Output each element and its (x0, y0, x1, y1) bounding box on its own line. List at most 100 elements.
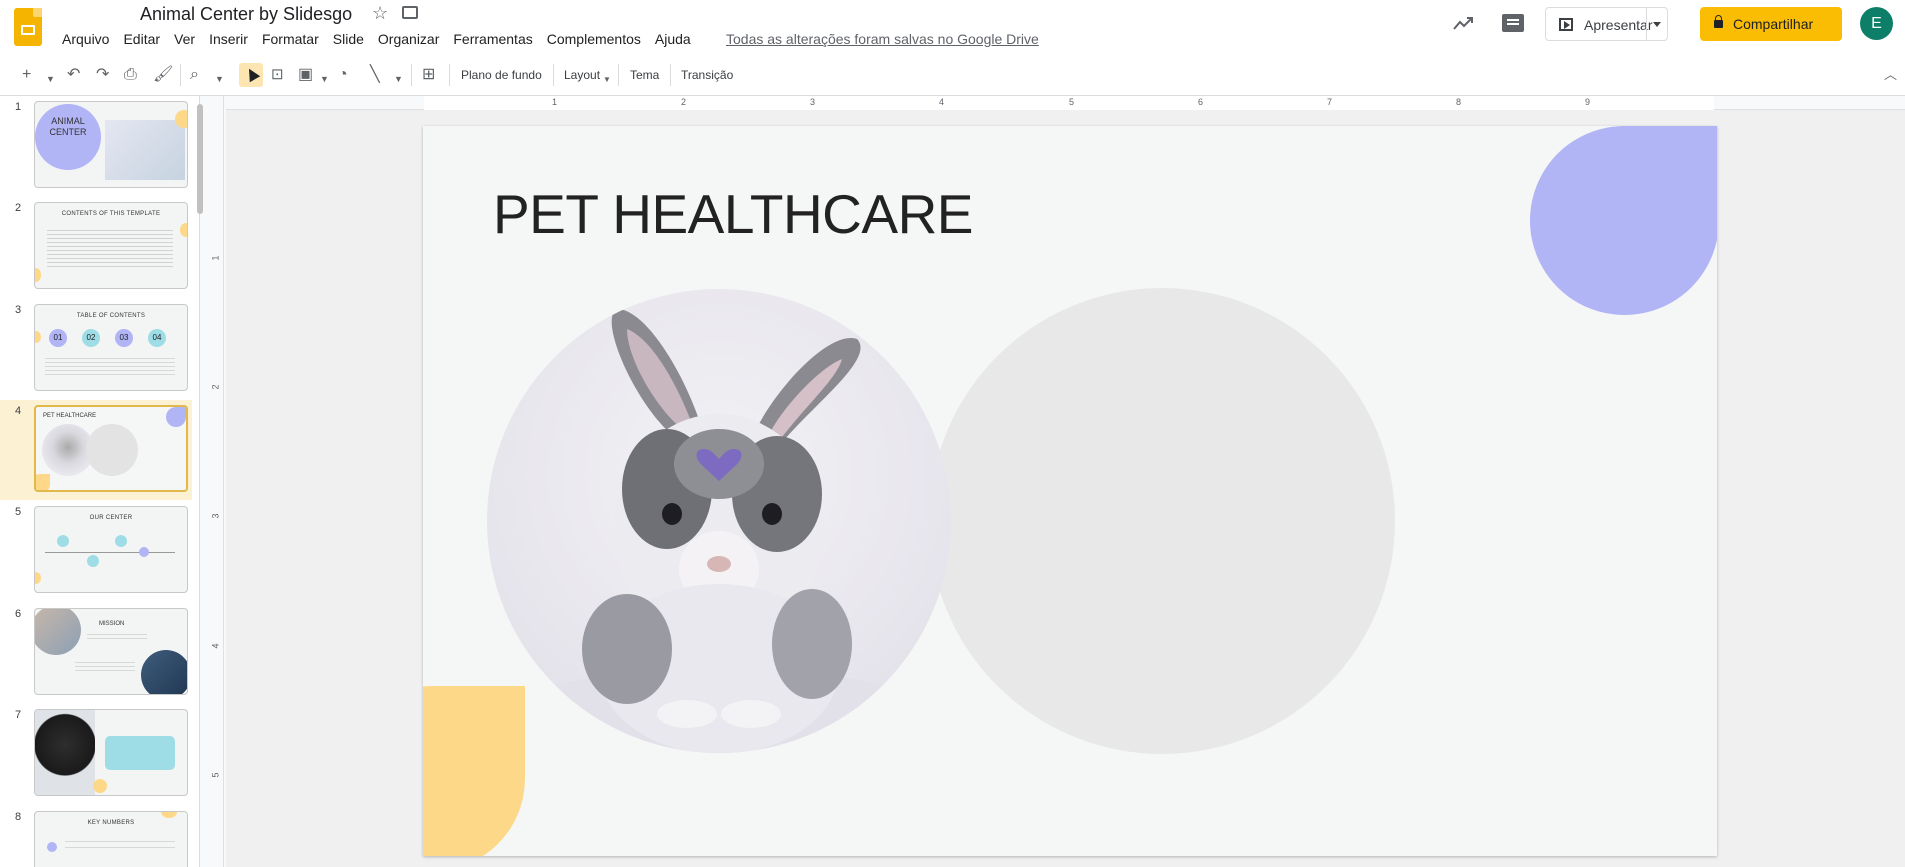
present-options-caret-icon[interactable] (1653, 22, 1661, 27)
slide-4-editor[interactable]: PET HEALTHCARE (423, 126, 1717, 856)
shape-icon[interactable]: ◔ (338, 66, 348, 84)
menu-slide[interactable]: Slide (333, 31, 371, 47)
lock-icon (1714, 15, 1723, 28)
present-divider (1646, 8, 1647, 40)
menu-editar[interactable]: Editar (123, 31, 167, 47)
slide-preview: TABLE OF CONTENTS 01 02 03 04 (34, 304, 188, 391)
share-button[interactable]: Compartilhar (1700, 7, 1842, 41)
new-slide-icon[interactable]: + (22, 66, 31, 84)
horizontal-ruler[interactable]: 1 2 3 4 5 6 7 8 9 (226, 96, 1905, 110)
paint-format-icon[interactable]: 🖌 (153, 66, 173, 84)
ruler-tick: 5 (210, 772, 221, 778)
thumb-title: KEY NUMBERS (87, 820, 135, 826)
toolbar-divider (618, 64, 619, 86)
slide-thumbnail-7[interactable]: 7 (0, 704, 192, 804)
ruler-tick: 6 (1198, 97, 1204, 107)
text-box-icon[interactable]: ⊡ (271, 66, 284, 84)
print-icon[interactable]: ⎙ (124, 66, 137, 84)
thumb-title: CONTENTS OF THIS TEMPLATE (61, 211, 161, 217)
image-icon[interactable]: ▣ (298, 66, 313, 84)
ruler-tick: 7 (1327, 97, 1333, 107)
thumb-photo (105, 120, 185, 180)
thumb-title: PET HEALTHCARE (43, 413, 97, 419)
share-label: Compartilhar (1733, 16, 1814, 32)
zoom-icon[interactable]: ⌕ (190, 66, 199, 84)
slide-number: 3 (15, 304, 22, 316)
toolbar-divider (449, 64, 450, 86)
ruler-tick: 4 (210, 643, 221, 649)
layout-caret-icon[interactable]: ▼ (603, 71, 611, 89)
filmstrip-scrollbar[interactable] (197, 104, 203, 214)
redo-icon[interactable]: ↷ (96, 66, 109, 84)
ruler-tick: 1 (552, 97, 558, 107)
toolbar-divider (670, 64, 671, 86)
menu-complementos[interactable]: Complementos (547, 31, 648, 47)
slide-thumbnail-4[interactable]: 4 PET HEALTHCARE (0, 400, 192, 500)
thumb-title: ANIMAL CENTER (49, 116, 87, 137)
undo-icon[interactable]: ↶ (67, 66, 80, 84)
slide-thumbnail-5[interactable]: 5 OUR CENTER (0, 501, 192, 601)
background-button[interactable]: Plano de fundo (461, 68, 542, 82)
menu-arquivo[interactable]: Arquivo (62, 31, 116, 47)
layout-button[interactable]: Layout (564, 68, 600, 82)
present-button[interactable]: Apresentar (1545, 7, 1668, 41)
slide-title[interactable]: PET HEALTHCARE (493, 182, 973, 246)
select-tool-icon[interactable] (239, 63, 263, 87)
vertical-ruler[interactable]: 1 2 3 4 5 (210, 96, 224, 867)
theme-button[interactable]: Tema (630, 68, 659, 82)
grey-circle-shape[interactable] (929, 288, 1395, 754)
slide-thumbnail-2[interactable]: 2 CONTENTS OF THIS TEMPLATE (0, 197, 192, 297)
move-to-folder-icon[interactable] (402, 6, 418, 19)
document-title[interactable]: Animal Center by Slidesgo (140, 4, 352, 25)
rabbit-photo[interactable] (487, 289, 951, 753)
slide-preview: OUR CENTER (34, 506, 188, 593)
purple-drop-shape[interactable] (1530, 126, 1717, 315)
line-caret-icon[interactable]: ▼ (394, 70, 403, 88)
menu-inserir[interactable]: Inserir (209, 31, 255, 47)
slide-preview: ANIMAL CENTER (34, 101, 188, 188)
thumb-title: TABLE OF CONTENTS (76, 313, 146, 319)
add-comment-icon[interactable]: ⊞ (422, 66, 435, 84)
thumb-body-text (75, 659, 135, 671)
slide-number: 4 (15, 405, 22, 417)
slides-logo-icon[interactable] (14, 8, 42, 46)
transition-button[interactable]: Transição (681, 68, 733, 82)
star-icon[interactable]: ☆ (372, 3, 388, 24)
yellow-drop-shape[interactable] (423, 686, 525, 856)
menu-organizar[interactable]: Organizar (378, 31, 446, 47)
ruler-tick: 1 (210, 255, 221, 261)
activity-dashboard-icon[interactable] (1452, 13, 1476, 33)
line-icon[interactable]: ╲ (370, 66, 380, 84)
comments-icon[interactable] (1502, 14, 1524, 32)
slide-thumbnail-3[interactable]: 3 TABLE OF CONTENTS 01 02 03 04 (0, 299, 192, 399)
menu-ferramentas[interactable]: Ferramentas (453, 31, 539, 47)
thumb-shape (87, 555, 99, 567)
image-caret-icon[interactable]: ▼ (320, 70, 329, 88)
slide-thumbnail-1[interactable]: 1 ANIMAL CENTER (0, 96, 192, 196)
ruler-tick: 2 (210, 384, 221, 390)
thumb-shape (115, 535, 127, 547)
thumb-photo (141, 650, 187, 694)
slide-filmstrip: 1 ANIMAL CENTER 2 CONTENTS OF THIS TEMPL… (0, 96, 200, 867)
zoom-caret-icon[interactable]: ▼ (215, 70, 224, 88)
thumb-shape (57, 535, 69, 547)
slide-number: 8 (15, 811, 22, 823)
new-slide-caret-icon[interactable]: ▼ (46, 70, 55, 88)
top-bar: Animal Center by Slidesgo ☆ Arquivo Edit… (0, 0, 1905, 56)
menu-ajuda[interactable]: Ajuda (655, 31, 698, 47)
thumb-shape (35, 268, 41, 282)
slide-thumbnail-6[interactable]: 6 MISSION (0, 603, 192, 703)
thumb-body-text (87, 631, 147, 641)
thumb-shape (166, 407, 186, 427)
toolbar-divider (553, 64, 554, 86)
menu-ver[interactable]: Ver (174, 31, 202, 47)
collapse-toolbar-icon[interactable]: ︿ (1884, 66, 1897, 84)
slide-number: 1 (15, 101, 22, 113)
save-status-link[interactable]: Todas as alterações foram salvas no Goog… (726, 31, 1039, 47)
account-avatar[interactable]: E (1860, 7, 1893, 40)
thumb-shape (35, 572, 41, 584)
toc-number: 02 (82, 329, 100, 347)
slide-thumbnail-8[interactable]: 8 KEY NUMBERS (0, 806, 192, 867)
menu-formatar[interactable]: Formatar (262, 31, 326, 47)
toc-number: 04 (148, 329, 166, 347)
